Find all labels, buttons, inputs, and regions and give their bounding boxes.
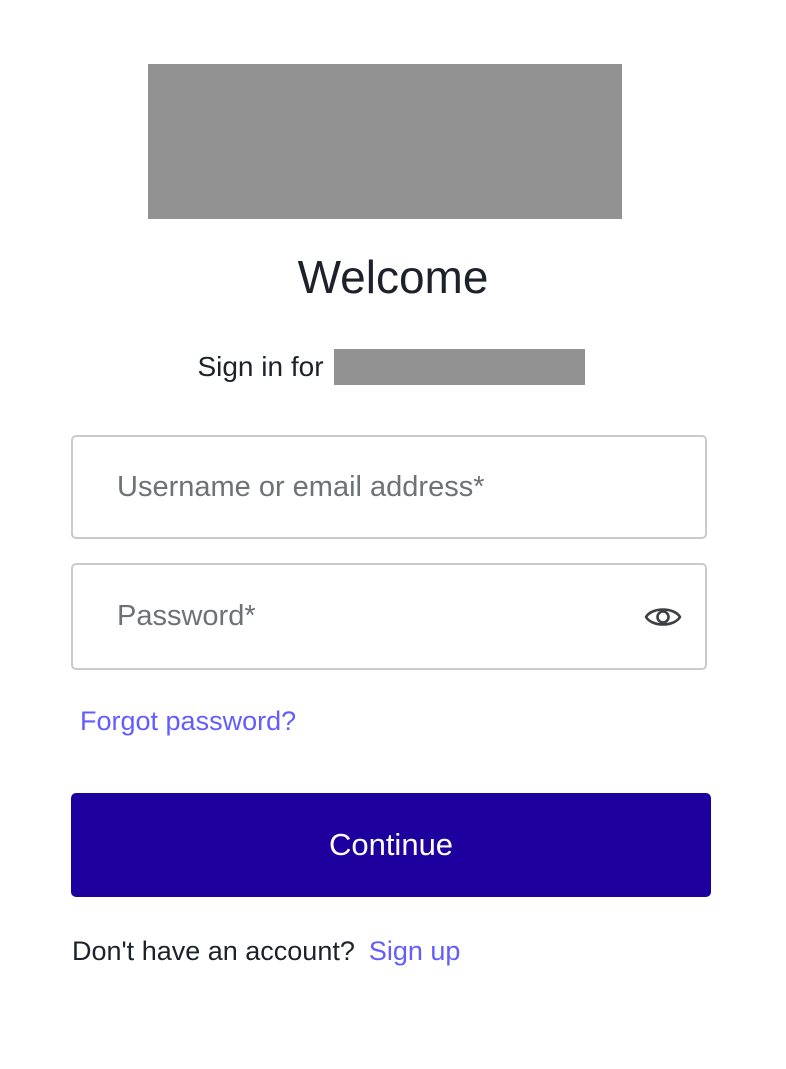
forgot-password-link[interactable]: Forgot password? (80, 706, 296, 737)
eye-icon (644, 608, 682, 626)
password-field[interactable] (71, 563, 707, 670)
subtitle-text: Sign in for (197, 351, 324, 382)
continue-button[interactable]: Continue (71, 793, 711, 897)
signup-row: Don't have an account? Sign up (72, 931, 460, 971)
subtitle: Sign in for (0, 347, 786, 387)
username-input[interactable] (73, 437, 705, 537)
organization-name-redacted (333, 349, 585, 385)
password-input[interactable] (73, 565, 705, 668)
username-field[interactable] (71, 435, 707, 539)
show-password-button[interactable] (643, 599, 683, 635)
page-title: Welcome (297, 251, 489, 303)
signup-link[interactable]: Sign up (369, 936, 461, 967)
signup-prompt: Don't have an account? (72, 935, 355, 966)
logo-redacted (148, 64, 622, 219)
